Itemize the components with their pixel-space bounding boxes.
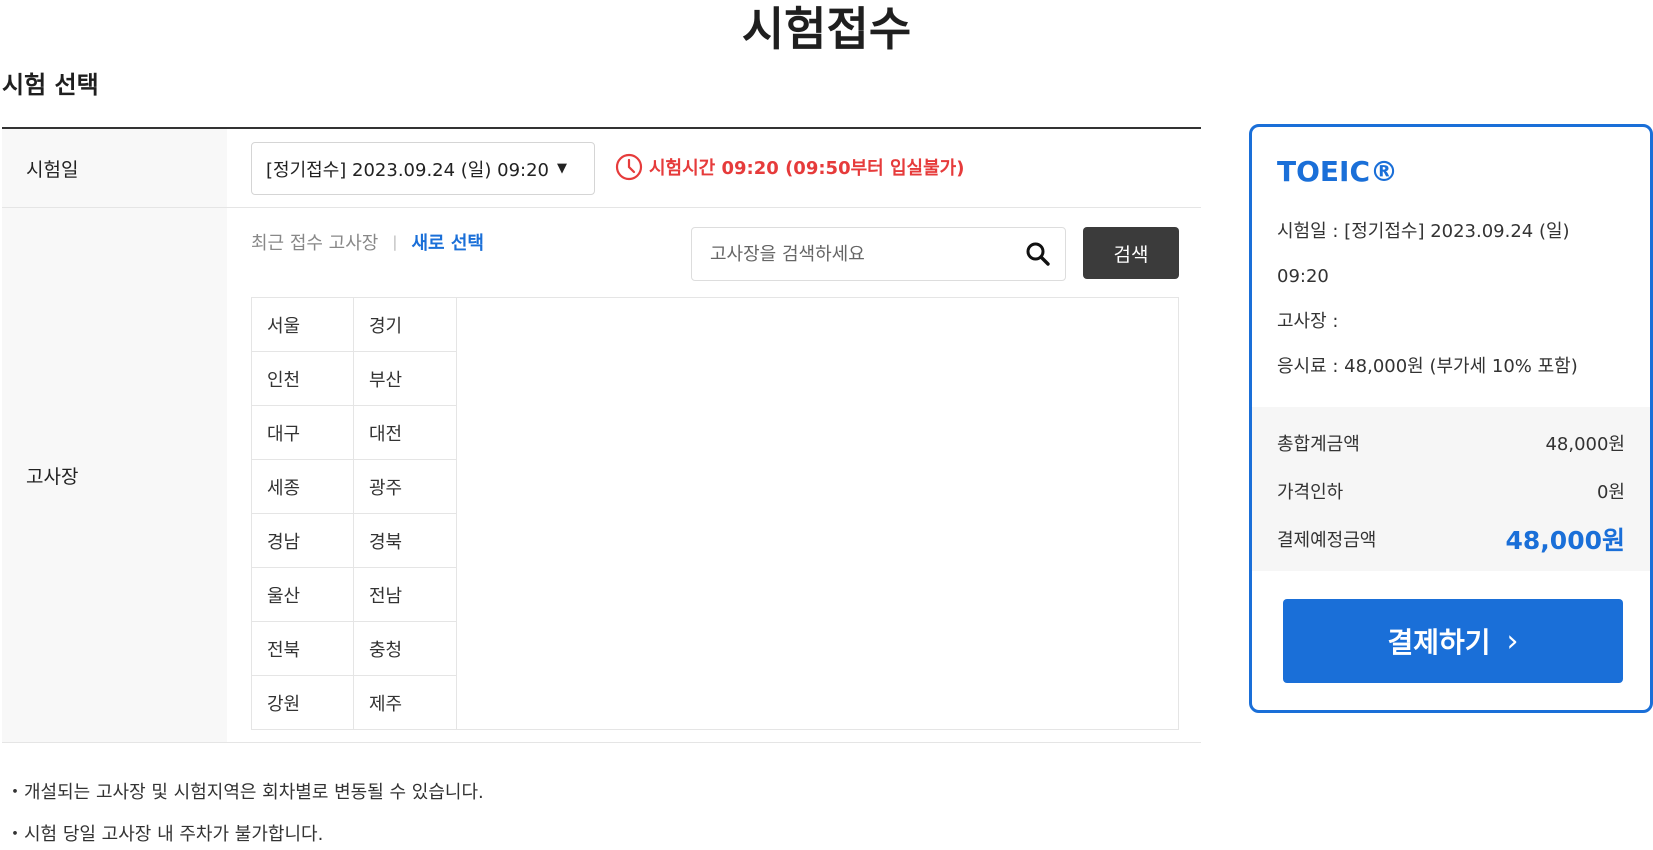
notes: ・개설되는 고사장 및 시험지역은 회차별로 변동될 수 있습니다. ・시험 당… bbox=[6, 772, 484, 850]
region-cell[interactable]: 대구 bbox=[252, 406, 354, 460]
pay-button-label: 결제하기 bbox=[1387, 626, 1491, 659]
region-cell[interactable]: 광주 bbox=[354, 460, 457, 514]
exam-date-row: 시험일 [정기접수] 2023.09.24 (일) 09:20 ▼ 시험시간 0… bbox=[2, 129, 1201, 208]
region-list-area: 서울 경기 인천 부산 대구 대전 세종 광주 경남 경북 울산 전남 전북 충청 강원 제주 bbox=[251, 297, 1179, 730]
search-icon[interactable] bbox=[1025, 241, 1051, 267]
region-cell[interactable]: 제주 bbox=[354, 676, 457, 730]
page-title: 시험접수 bbox=[741, 2, 912, 56]
region-cell[interactable]: 인천 bbox=[252, 352, 354, 406]
exam-date-value: [정기접수] 2023.09.24 (일) 09:20 bbox=[266, 159, 549, 181]
pay-button[interactable]: 결제하기 › bbox=[1283, 599, 1623, 683]
region-cell[interactable]: 전남 bbox=[354, 568, 457, 622]
note-item: ・시험 당일 고사장 내 주차가 불가합니다. bbox=[6, 824, 324, 845]
venue-row: 고사장 최근 접수 고사장 | 새로 선택 검색 서울경기인천부산대구대전세종광… bbox=[2, 208, 1201, 743]
region-cell[interactable]: 세종 bbox=[252, 460, 354, 514]
venue-cell: 최근 접수 고사장 | 새로 선택 검색 서울경기인천부산대구대전세종광주경남경… bbox=[227, 208, 1201, 742]
summary-exam-date: 시험일 : [정기접수] 2023.09.24 (일) bbox=[1277, 221, 1570, 242]
summary-venue: 고사장 : bbox=[1277, 311, 1339, 332]
exam-date-label: 시험일 bbox=[2, 129, 227, 207]
search-button[interactable]: 검색 bbox=[1083, 227, 1179, 279]
discount-row: 가격인하 0원 bbox=[1277, 467, 1625, 515]
region-cell[interactable]: 울산 bbox=[252, 568, 354, 622]
region-cell[interactable]: 대전 bbox=[354, 406, 457, 460]
region-cell[interactable]: 강원 bbox=[252, 676, 354, 730]
region-cell[interactable]: 부산 bbox=[354, 352, 457, 406]
summary-exam-time: 09:20 bbox=[1277, 266, 1329, 287]
chevron-right-icon: › bbox=[1506, 623, 1519, 659]
exam-date-select[interactable]: [정기접수] 2023.09.24 (일) 09:20 ▼ bbox=[251, 142, 595, 195]
subtotal-row: 총합계금액 48,000원 bbox=[1277, 419, 1625, 467]
tab-new-select[interactable]: 새로 선택 bbox=[411, 229, 484, 255]
exam-time-text: 시험시간 09:20 (09:50부터 입실불가) bbox=[649, 158, 965, 179]
region-cell[interactable]: 경남 bbox=[252, 514, 354, 568]
region-cell[interactable]: 경북 bbox=[354, 514, 457, 568]
venue-label: 고사장 bbox=[2, 208, 227, 742]
discount-label: 가격인하 bbox=[1277, 482, 1344, 503]
tab-separator: | bbox=[392, 233, 398, 251]
region-cell[interactable]: 충청 bbox=[354, 622, 457, 676]
summary-exam-name: TOEIC® bbox=[1277, 155, 1398, 188]
caret-down-icon: ▼ bbox=[557, 161, 567, 176]
order-summary-card: TOEIC® 시험일 : [정기접수] 2023.09.24 (일) 09:20… bbox=[1249, 124, 1653, 713]
subtotal-label: 총합계금액 bbox=[1277, 434, 1360, 455]
clock-icon bbox=[615, 153, 643, 181]
total-label: 결제예정금액 bbox=[1277, 530, 1377, 551]
exam-selection-form: 시험일 [정기접수] 2023.09.24 (일) 09:20 ▼ 시험시간 0… bbox=[2, 127, 1201, 743]
region-cell[interactable]: 전북 bbox=[252, 622, 354, 676]
venue-search-input[interactable] bbox=[710, 243, 1025, 265]
exam-time-notice: 시험시간 09:20 (09:50부터 입실불가) bbox=[615, 153, 964, 181]
region-cell[interactable]: 서울 bbox=[252, 298, 354, 352]
region-grid: 서울 경기 인천 부산 대구 대전 세종 광주 경남 경북 울산 전남 전북 충청 강원 제주 bbox=[252, 298, 457, 730]
venue-tabs: 최근 접수 고사장 | 새로 선택 bbox=[251, 229, 484, 255]
discount-value: 0원 bbox=[1596, 482, 1625, 503]
subtotal-value: 48,000원 bbox=[1545, 434, 1625, 455]
total-value: 48,000원 bbox=[1505, 526, 1625, 555]
region-cell[interactable]: 경기 bbox=[354, 298, 457, 352]
note-item: ・개설되는 고사장 및 시험지역은 회차별로 변동될 수 있습니다. bbox=[6, 782, 484, 803]
summary-prices: 총합계금액 48,000원 가격인하 0원 결제예정금액 48,000원 bbox=[1252, 407, 1650, 571]
summary-fee: 응시료 : 48,000원 (부가세 10% 포함) bbox=[1277, 356, 1578, 377]
venue-search-box bbox=[691, 227, 1066, 281]
exam-date-cell: [정기접수] 2023.09.24 (일) 09:20 ▼ 시험시간 09:20… bbox=[227, 129, 1201, 207]
summary-info: 시험일 : [정기접수] 2023.09.24 (일) 09:20 고사장 : … bbox=[1277, 209, 1627, 389]
section-title: 시험 선택 bbox=[2, 71, 99, 99]
tab-recent-venue[interactable]: 최근 접수 고사장 bbox=[251, 229, 378, 255]
total-row: 결제예정금액 48,000원 bbox=[1277, 515, 1625, 563]
